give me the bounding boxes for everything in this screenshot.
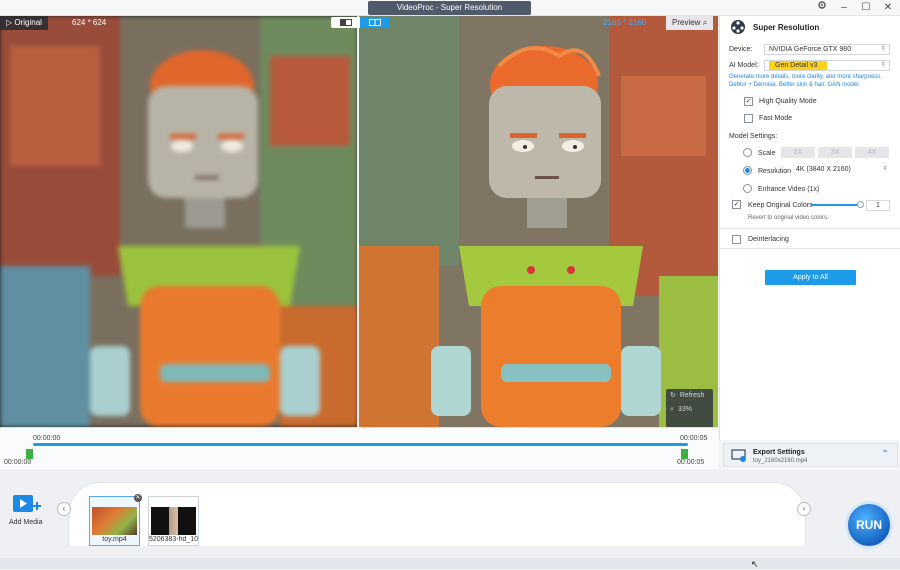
media-strip: Add Media ‹ › toy.mp4 ✕ 5206383-hd_108	[0, 470, 900, 558]
preview-area: ▷ Original 624 * 624 2160 * 2160 Preview…	[0, 16, 718, 427]
compare-divider[interactable]	[357, 16, 359, 427]
close-button[interactable]: ✕	[877, 0, 899, 16]
mouse-cursor-icon: ↖	[751, 559, 759, 569]
ai-model-value: Gen Detail v3	[769, 61, 828, 70]
export-title: Export Settings	[753, 449, 805, 456]
deinterlacing-checkbox[interactable]	[732, 235, 741, 244]
deinterlacing-label: Deinterlacing	[748, 236, 789, 243]
media-thumbnail	[151, 507, 196, 535]
keep-colors-slider-handle[interactable]	[857, 201, 864, 208]
timeline-end-top: 00:00:05	[680, 435, 708, 442]
chevron-updown-icon: ⇳	[880, 46, 886, 52]
panel-title: Super Resolution	[753, 23, 820, 32]
split-view-icon[interactable]	[331, 17, 360, 28]
export-filename: toy_2160x2160.mp4	[753, 458, 808, 464]
timeline: 00:00:00 00:00:05 00:00:00 00:00:05	[0, 427, 718, 469]
preview-tools: ↻ Refresh ⌕ 33%	[666, 389, 713, 427]
film-reel-icon	[730, 19, 746, 37]
preview-tab-label: Preview	[672, 18, 701, 27]
ai-model-label: AI Model:	[729, 62, 759, 69]
enhanced-preview	[359, 16, 718, 427]
media-item[interactable]: 5206383-hd_108	[148, 496, 199, 546]
media-item[interactable]: toy.mp4	[89, 496, 140, 546]
maximize-button[interactable]: ☐	[855, 0, 877, 16]
refresh-label: Refresh	[679, 392, 705, 399]
device-label: Device:	[729, 46, 753, 53]
keep-colors-checkbox[interactable]: ✓	[732, 200, 741, 209]
device-select[interactable]: NVIDIA GeForce GTX 980 ⇳	[764, 44, 890, 55]
title-bar: VideoProc - Super Resolution – ☐ ✕	[0, 0, 900, 16]
original-preview	[0, 16, 358, 427]
original-resolution: 624 * 624	[72, 18, 107, 27]
high-quality-checkbox[interactable]: ✓	[744, 97, 753, 106]
high-quality-label: High Quality Mode	[759, 98, 817, 105]
timeline-start-top: 00:00:00	[33, 435, 61, 442]
panel-divider	[720, 248, 900, 249]
enhance-label: Enhance Video (1x)	[758, 186, 820, 193]
remove-media-icon[interactable]: ✕	[134, 494, 142, 502]
ai-model-desc-1: Generate more details, more clarity, and…	[729, 74, 882, 80]
keep-colors-desc: Revert to original video colors.	[748, 215, 829, 221]
run-area: RUN	[833, 497, 900, 558]
output-resolution: 2160 * 2160	[603, 18, 647, 27]
resolution-label: Resolution	[758, 168, 792, 175]
scale-3x-button[interactable]: 3X	[818, 147, 852, 158]
refresh-button[interactable]: ↻ Refresh	[666, 389, 713, 403]
ai-model-desc-2: Deblur + Denoise. Better skin & hair. GA…	[729, 82, 861, 88]
compare-toggle[interactable]	[331, 17, 389, 28]
zoom-icon: ⌕	[670, 406, 674, 413]
enhance-radio[interactable]	[743, 184, 752, 193]
resolution-select[interactable]: 4K (3840 X 2160) ⇳	[792, 165, 891, 176]
chevron-up-icon[interactable]: ⌃	[881, 449, 889, 460]
resolution-radio[interactable]	[743, 166, 752, 175]
chevron-updown-icon: ⇳	[880, 62, 886, 68]
add-media-label[interactable]: Add Media	[9, 519, 42, 526]
scale-label: Scale	[758, 150, 776, 157]
zoom-button[interactable]: ⌕ 33%	[666, 403, 713, 417]
super-resolution-panel: Super Resolution Device: NVIDIA GeForce …	[719, 16, 900, 440]
minimize-button[interactable]: –	[833, 0, 855, 16]
original-tab-label: Original	[14, 18, 42, 27]
zoom-label: 33%	[677, 406, 692, 413]
media-thumbnail	[92, 507, 137, 535]
status-bar: ↖	[0, 558, 900, 569]
settings-gear-icon[interactable]	[811, 0, 833, 16]
side-by-side-icon[interactable]	[360, 17, 389, 28]
panel-divider	[720, 228, 900, 229]
media-item-name: toy.mp4	[102, 536, 127, 543]
refresh-icon: ↻	[670, 392, 676, 399]
preview-tab[interactable]: Preview ⌕	[666, 16, 714, 30]
model-settings-label: Model Settings:	[729, 133, 778, 140]
apply-to-all-button[interactable]: Apply to All	[765, 270, 856, 285]
run-button[interactable]: RUN	[845, 501, 893, 549]
add-media-icon[interactable]	[12, 492, 42, 518]
trim-start-handle[interactable]	[26, 449, 33, 459]
timeline-track[interactable]	[33, 443, 688, 446]
fast-mode-label: Fast Mode	[759, 115, 793, 122]
scale-radio[interactable]	[743, 148, 752, 157]
original-tab[interactable]: ▷ Original	[0, 16, 48, 30]
keep-colors-slider[interactable]	[811, 204, 860, 206]
timeline-end-bottom: 00:00:05	[677, 459, 705, 466]
keep-colors-label: Keep Original Colors	[748, 202, 813, 209]
scale-4x-button[interactable]: 4X	[855, 147, 889, 158]
chevron-updown-icon: ⇳	[882, 166, 888, 172]
media-item-name: 5206383-hd_108	[149, 536, 198, 543]
trim-end-handle[interactable]	[681, 449, 688, 459]
keep-colors-value-input[interactable]: 1	[866, 200, 890, 211]
window-title: VideoProc - Super Resolution	[368, 1, 531, 15]
resolution-value: 4K (3840 X 2160)	[796, 166, 851, 173]
scale-2x-button[interactable]: 2X	[781, 147, 815, 158]
search-icon: ⌕	[702, 18, 708, 27]
monitor-settings-icon	[731, 449, 747, 465]
timeline-start-bottom: 00:00:00	[4, 459, 32, 466]
device-value: NVIDIA GeForce GTX 980	[769, 46, 852, 53]
export-settings[interactable]: Export Settings toy_2160x2160.mp4 ⌃	[723, 443, 898, 467]
fast-mode-checkbox[interactable]	[744, 114, 753, 123]
scroll-left-button[interactable]: ‹	[57, 502, 71, 516]
scroll-right-button[interactable]: ›	[797, 502, 811, 516]
ai-model-select[interactable]: Gen Detail v3 ⇳	[764, 60, 890, 71]
